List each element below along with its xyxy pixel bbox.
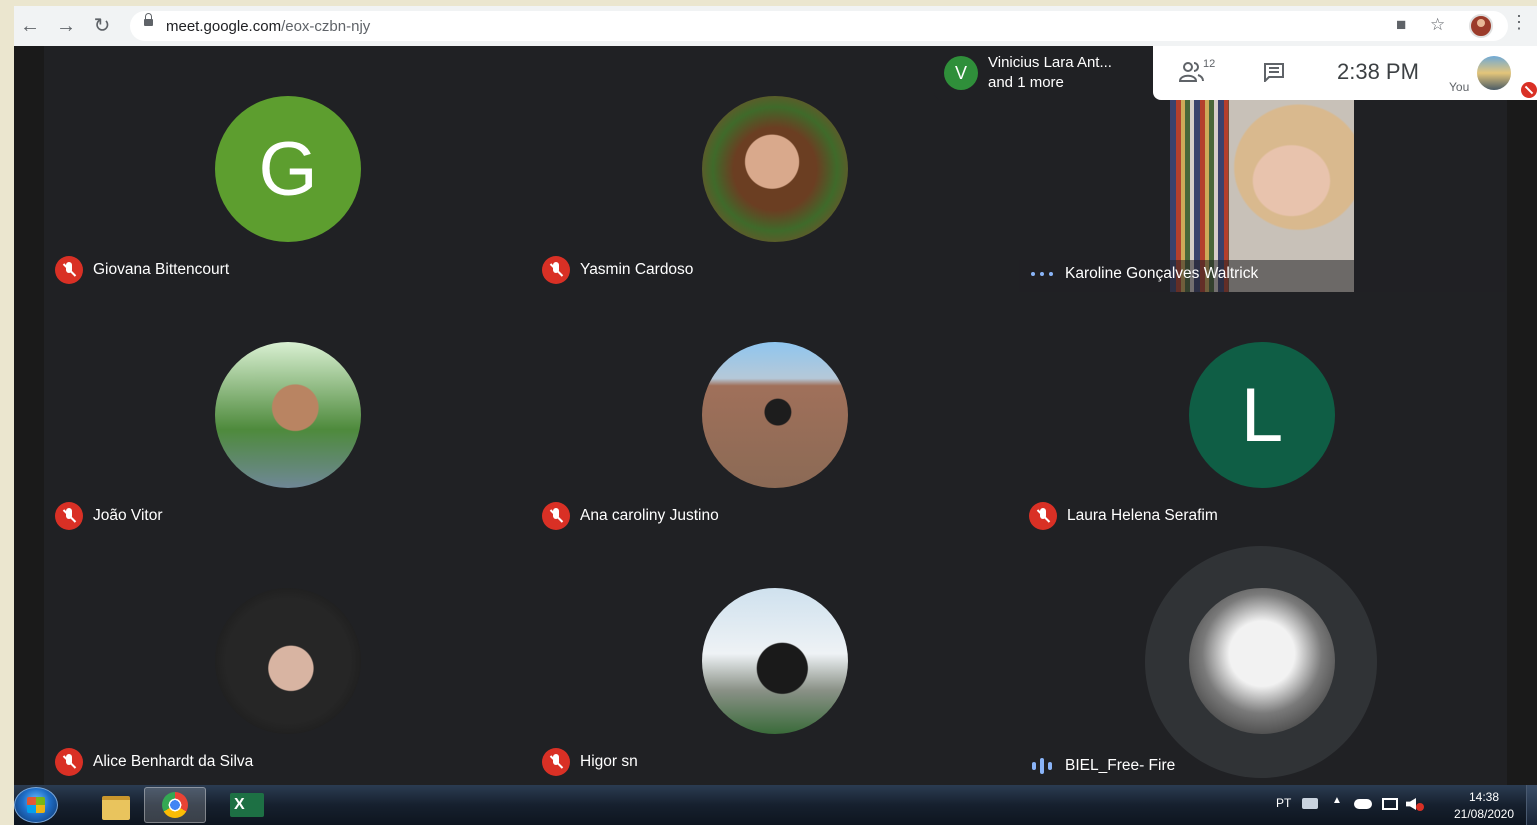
- mic-off-icon: [1029, 502, 1057, 530]
- meeting-info-panel: 12 2:38 PM You: [1153, 46, 1537, 100]
- show-desktop-button[interactable]: [1526, 785, 1537, 825]
- participant-name: Giovana Bittencourt: [93, 261, 230, 278]
- mic-off-icon: [55, 748, 83, 776]
- avatar: L: [1189, 342, 1335, 488]
- meeting-clock: 2:38 PM: [1337, 59, 1419, 84]
- url-path: /eox-czbn-njy: [281, 18, 371, 35]
- nameplate: Higor sn: [542, 748, 638, 776]
- mic-off-icon: [55, 502, 83, 530]
- volume-muted-badge: [1416, 803, 1424, 811]
- participant-name: Karoline Gonçalves Waltrick: [1065, 265, 1259, 282]
- keyboard-icon[interactable]: [1302, 798, 1318, 809]
- participant-tile[interactable]: Higor sn: [532, 538, 1019, 784]
- avatar-photo: [215, 342, 361, 488]
- nameplate: Giovana Bittencourt: [55, 256, 229, 284]
- taskbar-clock-date[interactable]: 21/08/2020: [1444, 807, 1524, 821]
- nameplate: Yasmin Cardoso: [542, 256, 693, 284]
- nameplate: Ana caroliny Justino: [542, 502, 719, 530]
- you-label: You: [1449, 80, 1470, 94]
- presenter-name: Vinicius Lara Ant...: [988, 54, 1112, 71]
- avatar-photo: [702, 96, 848, 242]
- participant-name: Yasmin Cardoso: [580, 261, 694, 278]
- nameplate: João Vitor: [55, 502, 163, 530]
- meet-grid: G Giovana Bittencourt Yasmin Cardoso Kar…: [14, 46, 1537, 785]
- star-icon[interactable]: ☆: [1430, 15, 1445, 35]
- side-strip-right: [1507, 46, 1537, 785]
- chat-icon[interactable]: [1263, 62, 1285, 82]
- participant-tile[interactable]: Ana caroliny Justino: [532, 292, 1019, 538]
- avatar-photo: [702, 342, 848, 488]
- mic-off-icon: [55, 256, 83, 284]
- browser-toolbar: ← → ↻ meet.google.com/eox-czbn-njy ■ ☆ ⋮: [14, 6, 1537, 46]
- nameplate: Alice Benhardt da Silva: [55, 748, 253, 776]
- menu-icon[interactable]: ⋮: [1510, 12, 1528, 33]
- more-options-icon[interactable]: [1031, 260, 1053, 288]
- language-indicator[interactable]: PT: [1276, 796, 1291, 810]
- participant-name: Higor sn: [580, 753, 638, 770]
- chrome-icon[interactable]: [144, 787, 206, 823]
- nameplate: Laura Helena Serafim: [1029, 502, 1218, 530]
- people-icon[interactable]: [1179, 61, 1205, 83]
- avatar-photo: [1189, 588, 1335, 734]
- camera-icon[interactable]: ■: [1396, 15, 1406, 35]
- cloud-icon[interactable]: [1354, 799, 1372, 809]
- participant-name: Alice Benhardt da Silva: [93, 753, 254, 770]
- avatar: G: [215, 96, 361, 242]
- back-icon[interactable]: ←: [18, 14, 42, 38]
- mic-off-icon: [542, 502, 570, 530]
- self-view-thumbnail[interactable]: [1477, 56, 1511, 90]
- address-bar[interactable]: meet.google.com/eox-czbn-njy ■ ☆: [130, 11, 1508, 41]
- avatar-photo: [702, 588, 848, 734]
- show-hidden-icons-icon[interactable]: ▲: [1332, 795, 1342, 806]
- taskbar-clock-time[interactable]: 14:38: [1444, 790, 1524, 804]
- participant-tile[interactable]: João Vitor: [45, 292, 532, 538]
- presenter-avatar: V: [944, 56, 978, 90]
- mic-off-icon: [542, 256, 570, 284]
- participant-count: 12: [1203, 58, 1216, 70]
- windows-taskbar: PT ▲ 14:38 21/08/2020: [14, 785, 1537, 825]
- presenter-more: and 1 more: [988, 74, 1064, 91]
- file-explorer-icon[interactable]: [84, 787, 146, 823]
- participant-name: João Vitor: [93, 507, 163, 524]
- participant-tile[interactable]: [1019, 538, 1506, 784]
- participant-tile[interactable]: L Laura Helena Serafim: [1019, 292, 1506, 538]
- participant-tile[interactable]: Alice Benhardt da Silva: [45, 538, 532, 784]
- start-button-icon[interactable]: [14, 787, 58, 823]
- excel-icon[interactable]: [218, 787, 280, 823]
- presenter-chip[interactable]: V Vinicius Lara Ant... and 1 more: [934, 46, 1152, 100]
- self-mic-off-icon: [1521, 82, 1537, 98]
- side-strip-left: [14, 46, 44, 785]
- participant-name: Laura Helena Serafim: [1067, 507, 1218, 524]
- volume-icon[interactable]: [1406, 798, 1416, 810]
- participant-name: BIEL_Free- Fire: [1065, 757, 1176, 774]
- mic-off-icon: [542, 748, 570, 776]
- speaking-indicator-icon: [1032, 752, 1052, 780]
- forward-icon[interactable]: →: [54, 14, 78, 38]
- url-text[interactable]: meet.google.com/eox-czbn-njy: [166, 18, 370, 35]
- reload-icon[interactable]: ↻: [90, 14, 114, 38]
- avatar-photo: [215, 588, 361, 734]
- network-icon[interactable]: [1382, 798, 1398, 810]
- participant-name: Ana caroliny Justino: [580, 507, 719, 524]
- participant-tile[interactable]: G Giovana Bittencourt: [45, 46, 532, 292]
- url-host: meet.google.com: [166, 18, 282, 35]
- lock-icon[interactable]: [144, 13, 153, 26]
- profile-avatar[interactable]: [1469, 14, 1493, 38]
